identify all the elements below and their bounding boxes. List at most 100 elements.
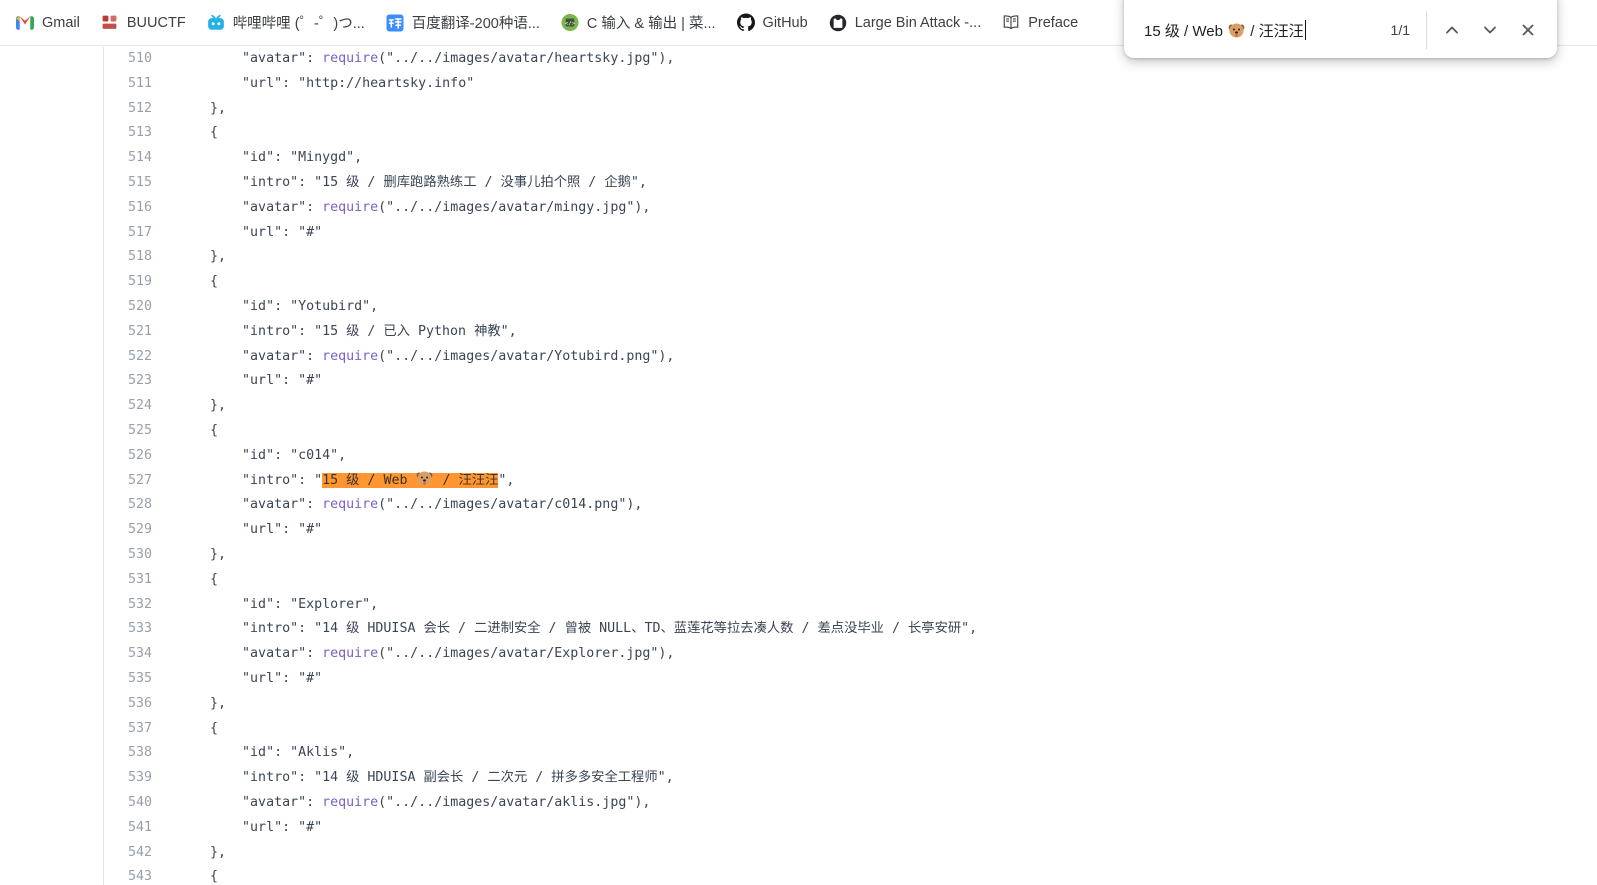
code-text: "avatar": require("../../images/avatar/h… (152, 47, 674, 72)
line-number[interactable]: 518 (104, 245, 152, 270)
find-in-page-dialog: 15 级 / Web / 汪汪汪 1/1 (1124, 0, 1557, 58)
github-icon (737, 14, 755, 32)
code-line: 520 "id": "Yotubird", (104, 295, 1597, 320)
code-line: 523 "url": "#" (104, 369, 1597, 394)
line-number[interactable]: 540 (104, 791, 152, 816)
bookmark-github[interactable]: GitHub (737, 14, 808, 32)
line-number[interactable]: 537 (104, 717, 152, 742)
code-line: 538 "id": "Aklis", (104, 741, 1597, 766)
line-number[interactable]: 523 (104, 369, 152, 394)
line-number[interactable]: 525 (104, 419, 152, 444)
code-line: 519 { (104, 270, 1597, 295)
code-text: "id": "Yotubird", (152, 295, 378, 320)
line-number[interactable]: 517 (104, 221, 152, 246)
chevron-down-icon (1482, 22, 1498, 38)
dog-face-emoji (416, 470, 433, 487)
bookmark-buuctf[interactable]: BUUCTF (101, 14, 186, 32)
bookmark-large-bin-attack[interactable]: Large Bin Attack -... (829, 14, 982, 32)
line-number[interactable]: 524 (104, 394, 152, 419)
bookmark-label: Preface (1028, 15, 1078, 31)
bilibili-icon (207, 14, 225, 32)
line-number[interactable]: 515 (104, 171, 152, 196)
line-number[interactable]: 535 (104, 667, 152, 692)
code-text: "avatar": require("../../images/avatar/m… (152, 196, 650, 221)
line-number[interactable]: 521 (104, 320, 152, 345)
code-line: 539 "intro": "14 级 HDUISA 副会长 / 二次元 / 拼多… (104, 766, 1597, 791)
find-input[interactable]: 15 级 / Web / 汪汪汪 (1144, 20, 1306, 41)
code-line: 522 "avatar": require("../../images/avat… (104, 345, 1597, 370)
code-text: "url": "#" (152, 369, 322, 394)
line-number[interactable]: 532 (104, 593, 152, 618)
code-line: 529 "url": "#" (104, 518, 1597, 543)
line-number[interactable]: 519 (104, 270, 152, 295)
find-highlight-active: 15 级 / Web / 汪汪汪 (322, 473, 498, 488)
line-number[interactable]: 514 (104, 146, 152, 171)
line-number[interactable]: 510 (104, 47, 152, 72)
code-line: 517 "url": "#" (104, 221, 1597, 246)
code-text: "avatar": require("../../images/avatar/Y… (152, 345, 674, 370)
line-number[interactable]: 516 (104, 196, 152, 221)
line-number[interactable]: 527 (104, 469, 152, 494)
find-next-button[interactable] (1471, 11, 1509, 49)
code-line: 534 "avatar": require("../../images/avat… (104, 642, 1597, 667)
line-number[interactable]: 513 (104, 121, 152, 146)
code-text: "id": "Minygd", (152, 146, 362, 171)
code-text: "url": "#" (152, 816, 322, 841)
code-text: "intro": "15 级 / 删库跑路熟练工 / 没事儿拍个照 / 企鹅", (152, 171, 647, 196)
gmail-icon (16, 14, 34, 32)
line-number[interactable]: 534 (104, 642, 152, 667)
code-line: 511 "url": "http://heartsky.info" (104, 72, 1597, 97)
line-number[interactable]: 520 (104, 295, 152, 320)
code-text: "intro": "15 级 / 已入 Python 神教", (152, 320, 517, 345)
code-text: "url": "http://heartsky.info" (152, 72, 474, 97)
bookmark-bilibili[interactable]: 哔哩哔哩 (゜-゜)つ... (207, 12, 365, 33)
line-number[interactable]: 511 (104, 72, 152, 97)
code-text: }, (152, 692, 226, 717)
bookmark-preface[interactable]: Preface (1002, 14, 1078, 32)
line-number[interactable]: 543 (104, 865, 152, 885)
find-close-button[interactable] (1509, 11, 1547, 49)
bookmark-label: C 输入 & 输出 | 菜... (587, 12, 716, 33)
code-text: "avatar": require("../../images/avatar/E… (152, 642, 674, 667)
code-line: 541 "url": "#" (104, 816, 1597, 841)
line-number[interactable]: 541 (104, 816, 152, 841)
line-number[interactable]: 533 (104, 617, 152, 642)
runoob-code-icon: </> (561, 14, 579, 32)
code-text: { (152, 865, 218, 885)
close-icon (1520, 22, 1536, 38)
line-number[interactable]: 531 (104, 568, 152, 593)
text-caret (1305, 20, 1306, 40)
code-line: 521 "intro": "15 级 / 已入 Python 神教", (104, 320, 1597, 345)
line-number[interactable]: 529 (104, 518, 152, 543)
line-number[interactable]: 538 (104, 741, 152, 766)
code-line: 525 { (104, 419, 1597, 444)
code-line: 526 "id": "c014", (104, 444, 1597, 469)
bookmark-label: BUUCTF (127, 15, 186, 31)
line-number[interactable]: 530 (104, 543, 152, 568)
code-text: "id": "c014", (152, 444, 346, 469)
line-number[interactable]: 542 (104, 841, 152, 866)
code-line: 528 "avatar": require("../../images/avat… (104, 493, 1597, 518)
code-text: "intro": "14 级 HDUISA 副会长 / 二次元 / 拼多多安全工… (152, 766, 674, 791)
line-number[interactable]: 522 (104, 345, 152, 370)
dog-face-emoji (1228, 22, 1245, 39)
find-query-text: 15 级 / Web / 汪汪汪 (1144, 20, 1304, 41)
code-line: 532 "id": "Explorer", (104, 593, 1597, 618)
code-line: 536 }, (104, 692, 1597, 717)
line-number[interactable]: 539 (104, 766, 152, 791)
bookmark-baidu-translate[interactable]: 百度翻译-200种语... (386, 12, 540, 33)
bookmark-gmail[interactable]: Gmail (16, 14, 80, 32)
divider (1426, 11, 1427, 49)
code-line: 513 { (104, 121, 1597, 146)
bookmark-runoob-c-io[interactable]: </> C 输入 & 输出 | 菜... (561, 12, 716, 33)
line-number[interactable]: 536 (104, 692, 152, 717)
line-number[interactable]: 512 (104, 97, 152, 122)
line-number[interactable]: 528 (104, 493, 152, 518)
code-viewer: 510 "avatar": require("../../images/avat… (104, 47, 1597, 885)
bookmark-label: Large Bin Attack -... (855, 15, 982, 31)
find-previous-button[interactable] (1433, 11, 1471, 49)
code-text: "url": "#" (152, 518, 322, 543)
line-number[interactable]: 526 (104, 444, 152, 469)
ctf-wiki-icon (829, 14, 847, 32)
code-line: 524 }, (104, 394, 1597, 419)
